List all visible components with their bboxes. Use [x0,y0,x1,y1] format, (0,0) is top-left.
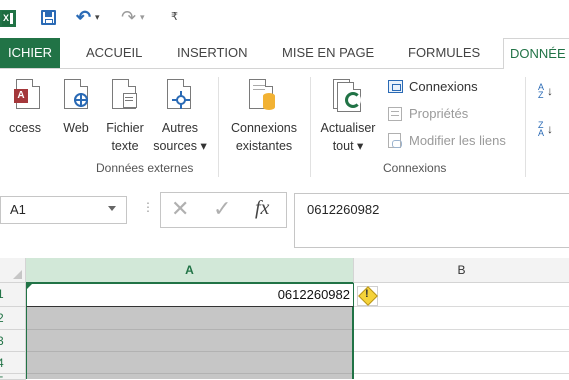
refresh-all-label-line1: Actualiser [320,121,376,135]
row-header[interactable]: 1 [0,283,26,307]
select-all-corner[interactable] [0,258,26,283]
sort-descending-icon[interactable]: ZA ↓ [538,121,553,139]
other-sources-label-line1: Autres [161,121,199,135]
ribbon: A ccess Web Fichier texte Autres sources… [0,69,569,182]
from-text-label-line2: texte [111,139,139,153]
connections-button[interactable]: Connexions [409,79,478,94]
from-text-label-line1: Fichier [106,121,144,135]
row-number: 4 [0,356,4,370]
tab-formulas[interactable]: FORMULES [408,38,480,68]
warning-smart-tag[interactable]: ! [357,286,378,306]
row-number: 5 [0,374,4,379]
row-header[interactable]: 2 [0,307,26,330]
customize-icon[interactable]: ₹ [171,10,178,23]
cell-b4[interactable] [354,352,569,374]
cell-b3[interactable] [354,330,569,352]
group-separator [218,77,219,177]
refresh-all-button[interactable]: Actualiser tout ▾ [314,119,382,155]
existing-connections-label-line2: existantes [235,139,293,153]
text-file-icon [112,79,138,109]
other-sources-button[interactable]: Autres sources ▾ [150,119,210,155]
group-label-connections: Connexions [383,161,447,175]
row-number: 1 [0,287,4,301]
tab-insert[interactable]: INSERTION [177,38,248,68]
existing-connections-label-line1: Connexions [230,121,297,135]
ribbon-tabs: ICHIER ACCUEIL INSERTION MISE EN PAGE FO… [0,38,569,70]
group-label-external-data: Données externes [96,161,194,175]
grid-line [27,373,352,374]
grid-line [27,329,352,330]
cell-a1-value: 0612260982 [277,287,350,302]
sort-ascending-icon[interactable]: AZ ↓ [538,83,553,101]
row-header[interactable]: 3 [0,330,26,352]
edit-links-button[interactable]: Modifier les liens [409,133,506,148]
warning-glyph: ! [365,288,369,300]
existing-connections-icon [249,79,277,111]
tab-page-layout[interactable]: MISE EN PAGE [282,38,374,68]
selected-cells-fill[interactable] [26,307,354,379]
grid-line [27,351,352,352]
refresh-all-icon [333,79,365,112]
tab-data[interactable]: DONNÉE [503,38,569,70]
cancel-icon[interactable]: ✕ [171,196,189,222]
undo-dropdown[interactable]: ▾ [95,12,100,23]
connections-icon [388,80,403,93]
undo-icon[interactable]: ↶ [76,7,91,28]
edit-links-icon [388,133,402,148]
cell-b1[interactable] [354,283,569,307]
refresh-all-label-line2: tout ▾ [332,139,364,153]
group-separator [525,77,526,177]
from-access-label: ccess [9,121,41,135]
save-icon[interactable] [41,10,56,25]
other-sources-label-line2: sources ▾ [153,139,207,153]
name-box-value: A1 [10,202,26,217]
row-header[interactable]: 4 [0,352,26,374]
properties-icon [388,107,402,121]
row-number: 2 [0,311,4,325]
redo-dropdown[interactable]: ▾ [140,12,145,23]
column-header-b[interactable]: B [354,258,569,283]
existing-connections-button[interactable]: Connexions existantes [224,119,304,155]
row-header[interactable]: 5 [0,374,26,380]
error-indicator [27,284,32,289]
group-separator [310,77,311,177]
formula-input[interactable]: 0612260982 [294,193,569,248]
redo-icon[interactable]: ↷ [121,7,136,28]
formula-value: 0612260982 [307,202,380,217]
name-box-dropdown-icon[interactable] [108,206,116,211]
column-header-a[interactable]: A [26,258,354,284]
tab-home[interactable]: ACCUEIL [86,38,142,68]
from-web-label: Web [63,121,89,135]
tab-file[interactable]: ICHIER [0,38,61,68]
from-access-button[interactable]: ccess [0,119,50,137]
access-icon: A [14,79,40,109]
properties-button[interactable]: Propriétés [409,106,468,121]
cell-b2[interactable] [354,307,569,330]
other-sources-icon [167,79,193,109]
insert-function-icon[interactable]: fx [255,197,269,220]
formula-bar-grip: ⋮ [142,200,154,214]
row-number: 3 [0,334,4,348]
from-text-button[interactable]: Fichier texte [101,119,149,155]
excel-icon[interactable]: X [0,10,16,27]
from-web-button[interactable]: Web [56,119,96,137]
web-icon [64,79,90,109]
enter-icon[interactable]: ✓ [213,196,231,222]
title-bar: X ↶ ▾ ↷ ▾ ₹ [0,0,569,38]
name-box[interactable]: A1 [0,196,127,224]
formula-buttons: ✕ ✓ fx [160,192,287,228]
